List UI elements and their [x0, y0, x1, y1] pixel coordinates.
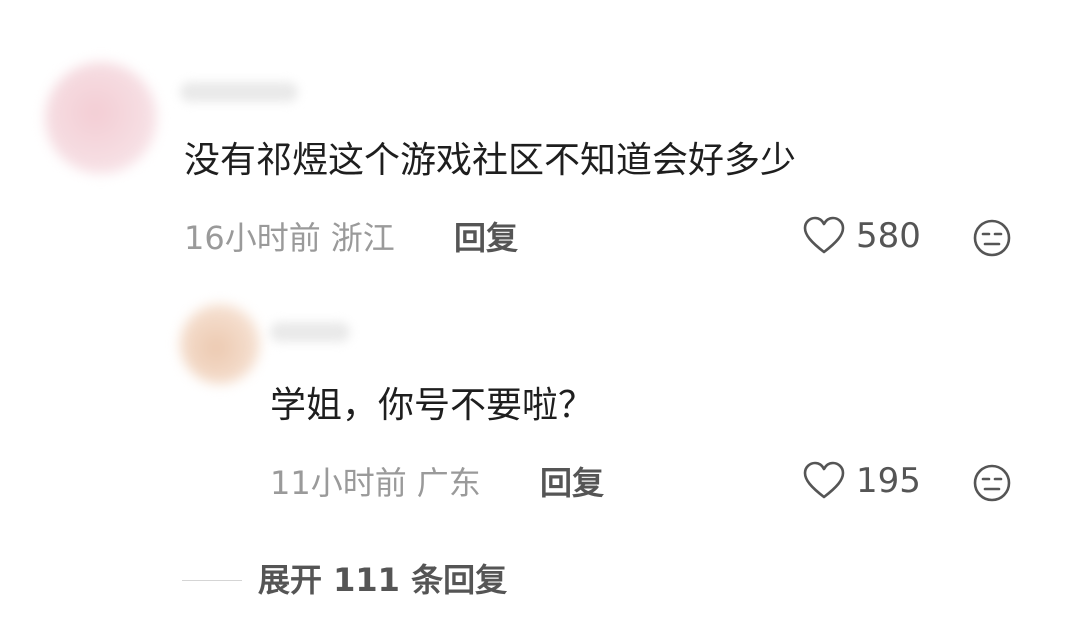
comment-like-button[interactable]: 580	[802, 216, 921, 256]
reply-location: 广东	[416, 464, 481, 502]
heart-outline-icon	[803, 461, 845, 499]
replier-username-blurred[interactable]	[270, 322, 350, 342]
reply-emoji-reaction-button[interactable]	[972, 463, 1012, 503]
expand-divider	[182, 580, 242, 581]
expand-replies-button[interactable]: 展开 111 条回复	[258, 560, 507, 600]
reply-text: 学姐，你号不要啦？	[270, 385, 595, 426]
commenter-username-blurred[interactable]	[180, 82, 298, 102]
neutral-face-icon	[973, 219, 1011, 257]
neutral-face-icon	[973, 464, 1011, 502]
comment-location: 浙江	[330, 219, 395, 257]
comment-time: 16小时前	[184, 219, 321, 257]
replier-avatar[interactable]	[180, 304, 260, 384]
reply-meta: 11小时前 广东	[270, 463, 481, 503]
comment-emoji-reaction-button[interactable]	[972, 218, 1012, 258]
comment-like-count: 580	[856, 216, 921, 256]
reply-reply-button[interactable]: 回复	[540, 463, 604, 503]
reply-like-count: 195	[856, 461, 921, 501]
reply-time: 11小时前	[270, 464, 407, 502]
comment-reply-button[interactable]: 回复	[454, 218, 518, 258]
heart-outline-icon	[803, 216, 845, 254]
reply-like-button[interactable]: 195	[802, 461, 921, 501]
comment-text: 没有祁煜这个游戏社区不知道会好多少	[184, 140, 797, 181]
commenter-avatar[interactable]	[45, 62, 157, 174]
comment-meta: 16小时前 浙江	[184, 218, 395, 258]
